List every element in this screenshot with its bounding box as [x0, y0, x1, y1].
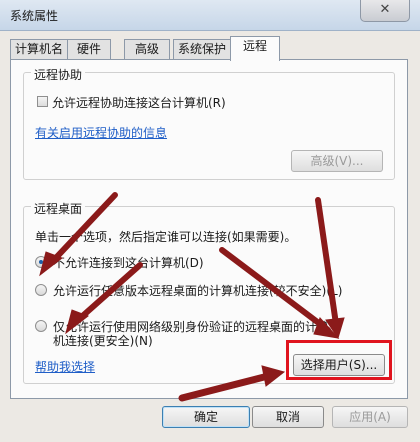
arrow-4 — [315, 197, 339, 327]
arrow-5-head — [261, 365, 286, 387]
arrow-3 — [219, 247, 331, 333]
cancel-button[interactable]: 取消 — [252, 406, 324, 428]
arrow-1 — [49, 192, 118, 265]
arrow-5 — [178, 372, 272, 402]
ok-button[interactable]: 确定 — [162, 406, 250, 428]
tab-remote[interactable]: 远程 — [230, 36, 280, 61]
annotation-arrows — [39, 192, 345, 402]
apply-button[interactable]: 应用(A) — [332, 406, 408, 428]
arrow-2 — [75, 262, 143, 323]
